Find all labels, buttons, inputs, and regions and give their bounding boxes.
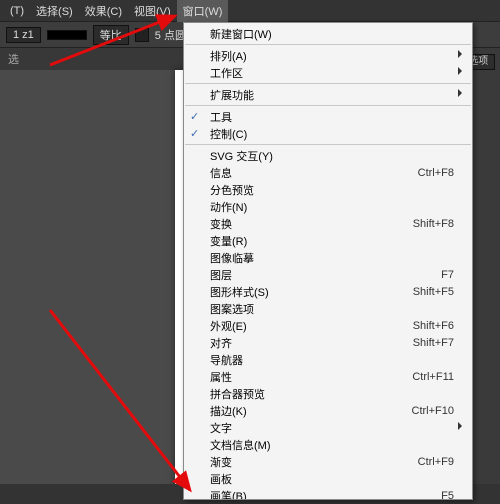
menu-item-label: 描边(K) — [210, 403, 392, 419]
check-icon: ✓ — [190, 127, 199, 140]
menu-effect[interactable]: 效果(C) — [79, 0, 128, 22]
menu-item[interactable]: 图案选项 — [184, 300, 472, 317]
ratio-select[interactable]: 等比 — [93, 25, 129, 45]
menu-item[interactable]: 图层 F7 — [184, 266, 472, 283]
submenu-arrow-icon — [458, 422, 466, 430]
menu-item[interactable]: ✓ 工具 — [184, 108, 472, 125]
menu-item[interactable]: 分色预览 — [184, 181, 472, 198]
menu-item-label: 信息 — [210, 165, 398, 181]
window-menu-dropdown: 新建窗口(W) 排列(A)工作区扩展功能 ✓ 工具 ✓ 控制(C) SVG 交互(Y)信息 C… — [183, 22, 473, 500]
menu-item-label: SVG 交互(Y) — [210, 148, 454, 164]
menu-item-label: 对齐 — [210, 335, 393, 351]
menu-select[interactable]: 选择(S) — [30, 0, 79, 22]
menu-item[interactable]: 图像临摹 — [184, 249, 472, 266]
menu-item-shortcut: F5 — [441, 490, 454, 501]
menu-separator — [185, 83, 471, 84]
menu-item-label: 文档信息(M) — [210, 437, 454, 453]
menu-item-shortcut: Shift+F8 — [413, 218, 454, 230]
menu-item-label: 画板 — [210, 471, 454, 487]
menu-item-shortcut: Shift+F7 — [413, 337, 454, 349]
menu-item-shortcut: Ctrl+F11 — [412, 371, 454, 383]
menu-item-label: 图层 — [210, 267, 421, 283]
menu-item-label: 扩展功能 — [210, 87, 454, 103]
stroke-preview[interactable] — [47, 30, 87, 40]
menu-item[interactable]: 描边(K) Ctrl+F10 — [184, 402, 472, 419]
menu-item-label: 图形样式(S) — [210, 284, 393, 300]
menu-item-label: 属性 — [210, 369, 392, 385]
menu-item[interactable]: 扩展功能 — [184, 86, 472, 103]
submenu-arrow-icon — [458, 89, 466, 97]
menu-item-shortcut: Ctrl+F8 — [418, 167, 454, 179]
menu-item[interactable]: 导航器 — [184, 351, 472, 368]
menu-item-label: 外观(E) — [210, 318, 393, 334]
menu-item[interactable]: SVG 交互(Y) — [184, 147, 472, 164]
check-icon: ✓ — [190, 110, 199, 123]
menu-item[interactable]: 变量(R) — [184, 232, 472, 249]
menu-item[interactable]: 外观(E) Shift+F6 — [184, 317, 472, 334]
menu-item-label: 动作(N) — [210, 199, 454, 215]
menu-separator — [185, 44, 471, 45]
menu-item-shortcut: Ctrl+F10 — [412, 405, 455, 417]
menu-item-label: 工作区 — [210, 65, 454, 81]
submenu-arrow-icon — [458, 50, 466, 58]
menu-item-label: 文字 — [210, 420, 454, 436]
menu-item[interactable]: 图形样式(S) Shift+F5 — [184, 283, 472, 300]
menu-item[interactable]: 工作区 — [184, 64, 472, 81]
menu-t[interactable]: (T) — [4, 2, 30, 20]
swatch-icon[interactable] — [135, 28, 149, 42]
menu-item-label: 图案选项 — [210, 301, 454, 317]
submenu-arrow-icon — [458, 67, 466, 75]
menu-view[interactable]: 视图(V) — [128, 0, 177, 22]
menu-item-label: 分色预览 — [210, 182, 454, 198]
menu-item[interactable]: 画笔(B) F5 — [184, 487, 472, 500]
menu-item[interactable]: ✓ 控制(C) — [184, 125, 472, 142]
menu-item-label: 拼合器预览 — [210, 386, 454, 402]
menu-item-label: 变量(R) — [210, 233, 454, 249]
menu-item[interactable]: 画板 — [184, 470, 472, 487]
menu-item-shortcut: F7 — [441, 269, 454, 281]
menu-item-label: 排列(A) — [210, 48, 454, 64]
menu-item[interactable]: 拼合器预览 — [184, 385, 472, 402]
menu-item[interactable]: 排列(A) — [184, 47, 472, 64]
menu-item-shortcut: Shift+F5 — [413, 286, 454, 298]
menu-item[interactable]: 文档信息(M) — [184, 436, 472, 453]
menu-item[interactable]: 文字 — [184, 419, 472, 436]
menu-item-label: 画笔(B) — [210, 488, 421, 501]
menu-item[interactable]: 属性 Ctrl+F11 — [184, 368, 472, 385]
menu-item[interactable]: 对齐 Shift+F7 — [184, 334, 472, 351]
menu-item-label: 新建窗口(W) — [210, 26, 454, 42]
menu-item[interactable]: 渐变 Ctrl+F9 — [184, 453, 472, 470]
menu-item[interactable]: 信息 Ctrl+F8 — [184, 164, 472, 181]
menu-item-label: 渐变 — [210, 454, 398, 470]
menu-item-shortcut: Ctrl+F9 — [418, 456, 454, 468]
menu-window[interactable]: 窗口(W) — [177, 0, 229, 22]
menu-item[interactable]: 新建窗口(W) — [184, 25, 472, 42]
menu-item-label: 变换 — [210, 216, 393, 232]
menu-item-label: 控制(C) — [210, 126, 454, 142]
menu-item[interactable]: 动作(N) — [184, 198, 472, 215]
menu-item[interactable]: 变换 Shift+F8 — [184, 215, 472, 232]
zoom-select[interactable]: 1 z1 — [6, 27, 41, 43]
menu-item-label: 工具 — [210, 109, 454, 125]
menu-item-label: 图像临摹 — [210, 250, 454, 266]
menu-separator — [185, 144, 471, 145]
menubar: (T) 选择(S) 效果(C) 视图(V) 窗口(W) — [0, 0, 500, 22]
menu-item-label: 导航器 — [210, 352, 454, 368]
menu-item-shortcut: Shift+F6 — [413, 320, 454, 332]
menu-separator — [185, 105, 471, 106]
